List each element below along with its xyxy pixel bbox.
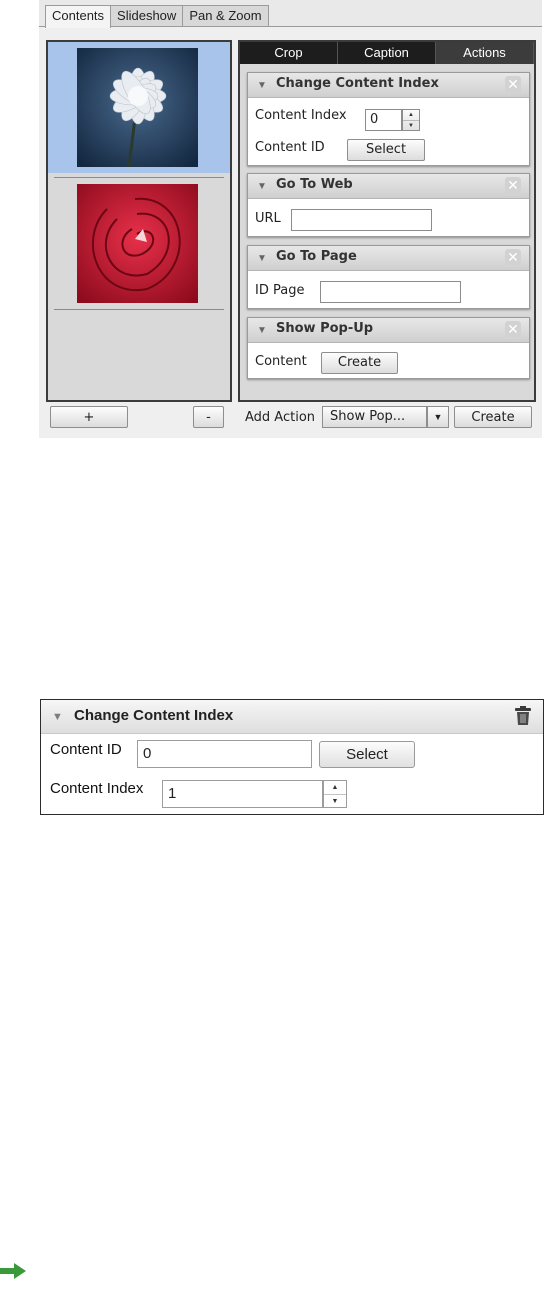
content-id-label: Content ID (255, 140, 325, 155)
collapse-triangle-icon[interactable]: ▼ (257, 181, 267, 192)
red-rose-thumbnail (77, 184, 198, 303)
card-header: ▼ Change Content Index ✕ (248, 73, 529, 98)
close-icon[interactable]: ✕ (505, 321, 521, 337)
content-list (46, 40, 232, 402)
go-to-page-card: ▼ Go To Page ✕ ID Page (247, 245, 530, 309)
url-input[interactable] (291, 209, 432, 231)
id-page-label: ID Page (255, 283, 305, 298)
close-icon[interactable]: ✕ (505, 249, 521, 265)
content-index-input[interactable]: 1 (162, 780, 323, 808)
white-chrysanthemum-thumbnail (77, 48, 198, 167)
tab-caption[interactable]: Caption (338, 42, 436, 64)
content-label: Content (255, 354, 307, 369)
content-id-input[interactable]: 0 (137, 740, 312, 768)
show-popup-card: ▼ Show Pop-Up ✕ Content Create (247, 317, 530, 379)
action-type-select[interactable]: Show Pop... (322, 406, 427, 428)
collapse-triangle-icon[interactable]: ▼ (257, 80, 267, 91)
collapse-triangle-icon[interactable]: ▼ (52, 711, 63, 723)
card-header: ▼ Show Pop-Up ✕ (248, 318, 529, 343)
widget-title: Change Content Index (74, 707, 234, 724)
content-list-item[interactable] (48, 178, 230, 309)
content-index-stepper[interactable]: ▲ ▼ (323, 780, 347, 808)
close-icon[interactable]: ✕ (505, 177, 521, 193)
tab-slideshow[interactable]: Slideshow (110, 5, 184, 26)
widget-header: ▼ Change Content Index (41, 700, 543, 734)
create-popup-content-button[interactable]: Create (321, 352, 398, 374)
chevron-down-icon[interactable]: ▼ (427, 406, 449, 428)
actions-panel: Crop Caption Actions ▼ Change Content In… (238, 40, 536, 402)
id-page-input[interactable] (320, 281, 461, 303)
collapse-triangle-icon[interactable]: ▼ (257, 253, 267, 264)
card-title: Go To Web (276, 177, 353, 192)
card-header: ▼ Go To Web ✕ (248, 174, 529, 199)
card-title: Change Content Index (276, 76, 439, 91)
list-divider (54, 309, 224, 310)
create-action-button[interactable]: Create (454, 406, 532, 428)
content-list-item[interactable] (48, 42, 230, 173)
trash-icon[interactable] (514, 706, 532, 726)
add-action-label: Add Action (245, 410, 316, 425)
tab-pan-zoom[interactable]: Pan & Zoom (182, 5, 269, 26)
card-title: Go To Page (276, 249, 357, 264)
content-index-input[interactable]: 0 (365, 109, 402, 131)
green-right-arrow-icon (0, 1263, 26, 1279)
remove-content-button[interactable]: - (193, 406, 224, 428)
content-index-stepper[interactable]: ▲ ▼ (402, 109, 420, 131)
card-header: ▼ Go To Page ✕ (248, 246, 529, 271)
tab-actions[interactable]: Actions (436, 42, 534, 64)
go-to-web-card: ▼ Go To Web ✕ URL (247, 173, 530, 237)
close-icon[interactable]: ✕ (505, 76, 521, 92)
tab-contents[interactable]: Contents (45, 5, 112, 28)
add-content-button[interactable]: + (50, 406, 128, 428)
select-content-button[interactable]: Select (319, 741, 415, 768)
change-content-index-widget: ▼ Change Content Index Content ID 0 Sele… (40, 699, 544, 815)
content-id-label: Content ID (50, 741, 122, 758)
content-index-label: Content Index (50, 780, 144, 797)
collapse-triangle-icon[interactable]: ▼ (257, 325, 267, 336)
url-label: URL (255, 211, 281, 226)
main-tabs: Contents Slideshow Pan & Zoom (45, 5, 269, 28)
tab-crop[interactable]: Crop (240, 42, 338, 64)
select-content-button[interactable]: Select (347, 139, 425, 161)
change-content-index-card: ▼ Change Content Index ✕ Content Index 0… (247, 72, 530, 166)
sub-tabs: Crop Caption Actions (240, 42, 534, 64)
card-title: Show Pop-Up (276, 321, 374, 336)
content-index-label: Content Index (255, 108, 347, 123)
